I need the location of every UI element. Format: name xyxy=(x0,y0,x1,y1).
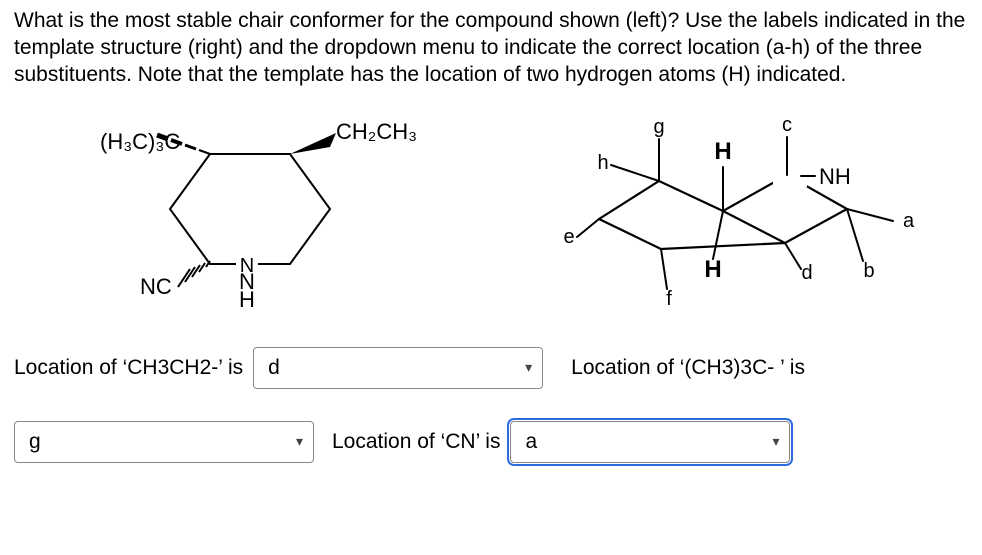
q3-select-value: a xyxy=(525,430,762,454)
ring-nh-label: NH xyxy=(819,164,851,189)
figures-area: N H N (H₃C)₃C CH₂CH₃ NC – NH xyxy=(0,109,982,319)
pos-c-label: c xyxy=(782,114,792,136)
pos-d-label: d xyxy=(801,262,812,284)
q2-select[interactable]: g ▾ xyxy=(14,421,314,463)
q2-select-value: g xyxy=(29,430,286,454)
ring-h-label: H xyxy=(239,287,255,312)
pos-b-label: b xyxy=(863,260,874,282)
sub3-label: NC xyxy=(140,274,172,299)
chevron-down-icon: ▾ xyxy=(296,433,303,450)
h-top-label: H xyxy=(714,138,731,165)
q1-select[interactable]: d ▾ xyxy=(253,347,543,389)
h-bottom-label: H xyxy=(704,256,721,283)
pos-e-label: e xyxy=(563,226,574,248)
q3-label: Location of ‘CN’ is xyxy=(332,430,500,454)
pos-g-label: g xyxy=(653,116,664,138)
sub2-label: CH₂CH₃ xyxy=(336,119,417,144)
pos-a-label: a xyxy=(903,210,915,232)
answer-row-1: Location of ‘CH3CH2-’ is d ▾ Location of… xyxy=(14,347,968,389)
q3-select[interactable]: a ▾ xyxy=(510,421,790,463)
answers-area: Location of ‘CH3CH2-’ is d ▾ Location of… xyxy=(0,347,982,463)
question-text: What is the most stable chair conformer … xyxy=(0,0,982,89)
q2-label: Location of ‘(CH3)3C- ’ is xyxy=(571,356,805,380)
right-structure: – NH xyxy=(491,109,982,319)
svg-text:N: N xyxy=(240,255,254,277)
q1-select-value: d xyxy=(268,356,515,380)
left-structure: N H N (H₃C)₃C CH₂CH₃ NC xyxy=(0,109,491,319)
q1-label: Location of ‘CH3CH2-’ is xyxy=(14,356,243,380)
pos-f-label: f xyxy=(666,288,672,310)
chevron-down-icon: ▾ xyxy=(772,433,779,450)
chevron-down-icon: ▾ xyxy=(525,359,532,376)
pos-h-label: h xyxy=(597,152,608,174)
answer-row-2: g ▾ Location of ‘CN’ is a ▾ xyxy=(14,421,968,463)
sub1-label: (H₃C)₃C xyxy=(100,129,180,154)
